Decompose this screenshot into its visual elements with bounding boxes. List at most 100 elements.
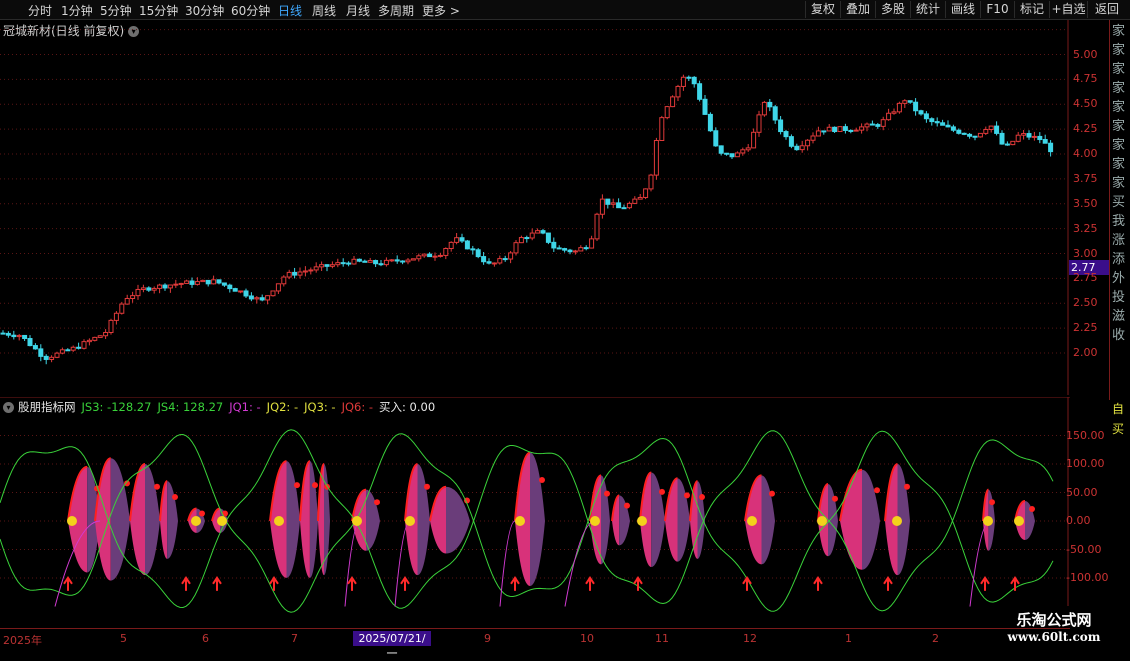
cursor-date-label: 2025/07/21/一 — [353, 631, 431, 660]
candle-body — [76, 346, 82, 349]
candle-body — [778, 119, 784, 133]
buy-arrow-icon — [63, 576, 73, 591]
candle-body — [81, 341, 87, 349]
toolbar-button-2[interactable]: 多股 — [875, 1, 910, 18]
candle-body — [788, 136, 794, 147]
candle-body — [643, 188, 649, 198]
signal-peak-dot — [659, 488, 665, 495]
indicator-name: 股朋指标网 — [18, 400, 76, 414]
candle-body — [502, 258, 508, 261]
candle-body — [38, 348, 44, 357]
candle-body — [545, 232, 551, 243]
candle-body — [227, 284, 233, 290]
candle-body — [286, 271, 292, 278]
candle-body — [659, 117, 665, 142]
buy-signal-dot — [817, 516, 827, 526]
period-tab-9[interactable]: 多周期 — [378, 2, 414, 19]
period-tab-8[interactable]: 月线 — [346, 2, 370, 19]
toolbar-button-5[interactable]: F10 — [980, 1, 1014, 18]
toolbar-button-3[interactable]: 统计 — [910, 1, 945, 18]
period-tab-0[interactable]: 分时 — [28, 2, 52, 19]
candlestick-chart[interactable] — [0, 20, 1070, 395]
candle-body — [556, 247, 562, 250]
candle-body — [308, 269, 314, 272]
candle-body — [464, 240, 470, 250]
buy-arrow-icon — [585, 576, 595, 591]
toolbar-button-1[interactable]: 叠加 — [840, 1, 875, 18]
candle-body — [184, 280, 190, 284]
candle-body — [356, 258, 362, 262]
candle-body — [853, 129, 859, 132]
signal-peak-dot — [832, 495, 838, 502]
period-tab-2[interactable]: 5分钟 — [100, 2, 132, 19]
signal-band-purple — [761, 475, 775, 565]
candle-body — [761, 101, 767, 116]
date-axis-line — [0, 628, 1070, 629]
signal-band-magenta — [300, 461, 310, 578]
candle-body — [92, 336, 98, 341]
indicator-value: JQ2: - — [266, 400, 299, 414]
candle-body — [340, 262, 346, 265]
candle-body — [157, 284, 163, 289]
chevron-down-icon[interactable]: ▾ — [3, 402, 14, 413]
candle-body — [475, 249, 481, 258]
candle-body — [572, 250, 578, 253]
candle-body — [254, 297, 260, 300]
toolbar-button-7[interactable]: +自选 — [1049, 1, 1087, 18]
buy-arrow-icon — [1010, 576, 1020, 591]
indicator-chart[interactable] — [0, 397, 1070, 627]
candle-body — [583, 247, 589, 250]
candle-body — [934, 121, 940, 124]
period-tab-7[interactable]: 周线 — [312, 2, 336, 19]
date-axis-label: 5 — [120, 632, 127, 645]
candle-body — [832, 126, 838, 133]
candle-body — [913, 101, 919, 112]
price-tick-label: 4.25 — [1073, 122, 1098, 136]
candle-body — [367, 260, 373, 263]
candle-body — [940, 122, 946, 126]
period-tab-3[interactable]: 15分钟 — [139, 2, 178, 19]
signal-peak-dot — [172, 494, 178, 501]
candle-body — [86, 339, 92, 343]
candle-body — [335, 262, 341, 266]
candle-body — [329, 264, 335, 267]
buy-arrow-icon — [181, 576, 191, 591]
candle-body — [599, 198, 605, 215]
candle-body — [130, 295, 136, 299]
candle-body — [826, 126, 832, 132]
period-tab-4[interactable]: 30分钟 — [185, 2, 224, 19]
candle-body — [351, 258, 357, 265]
signal-peak-dot — [199, 510, 205, 517]
candle-body — [670, 96, 676, 108]
candle-body — [394, 259, 400, 262]
candle-body — [842, 126, 848, 131]
signal-peak-dot — [989, 499, 995, 506]
toolbar-button-6[interactable]: 标记 — [1014, 1, 1049, 18]
candle-body — [589, 238, 595, 249]
candle-body — [805, 139, 811, 147]
toolbar-button-8[interactable]: 返回 — [1087, 1, 1126, 18]
signal-peak-dot — [539, 476, 545, 483]
candle-body — [470, 248, 476, 251]
toolbar-button-0[interactable]: 复权 — [805, 1, 840, 18]
candle-body — [508, 252, 514, 260]
period-tab-10[interactable]: 更多 > — [422, 2, 460, 19]
signal-band-purple — [651, 472, 665, 568]
candle-body — [664, 106, 670, 119]
candle-body — [578, 247, 584, 252]
toolbar-button-4[interactable]: 画线 — [945, 1, 980, 18]
candle-body — [324, 264, 330, 267]
date-axis-label: 2 — [932, 632, 939, 645]
side-panel-lower: 自买 — [1112, 402, 1125, 436]
candle-body — [972, 135, 978, 138]
period-tab-5[interactable]: 60分钟 — [231, 2, 270, 19]
candle-body — [837, 126, 843, 133]
buy-signal-dot — [590, 516, 600, 526]
candle-body — [756, 114, 762, 133]
candle-body — [16, 334, 22, 338]
price-tick-label: 2.50 — [1073, 296, 1098, 310]
period-tab-6[interactable]: 日线 — [278, 2, 302, 19]
period-tab-1[interactable]: 1分钟 — [61, 2, 93, 19]
candle-body — [216, 279, 222, 284]
candle-body — [529, 232, 535, 239]
